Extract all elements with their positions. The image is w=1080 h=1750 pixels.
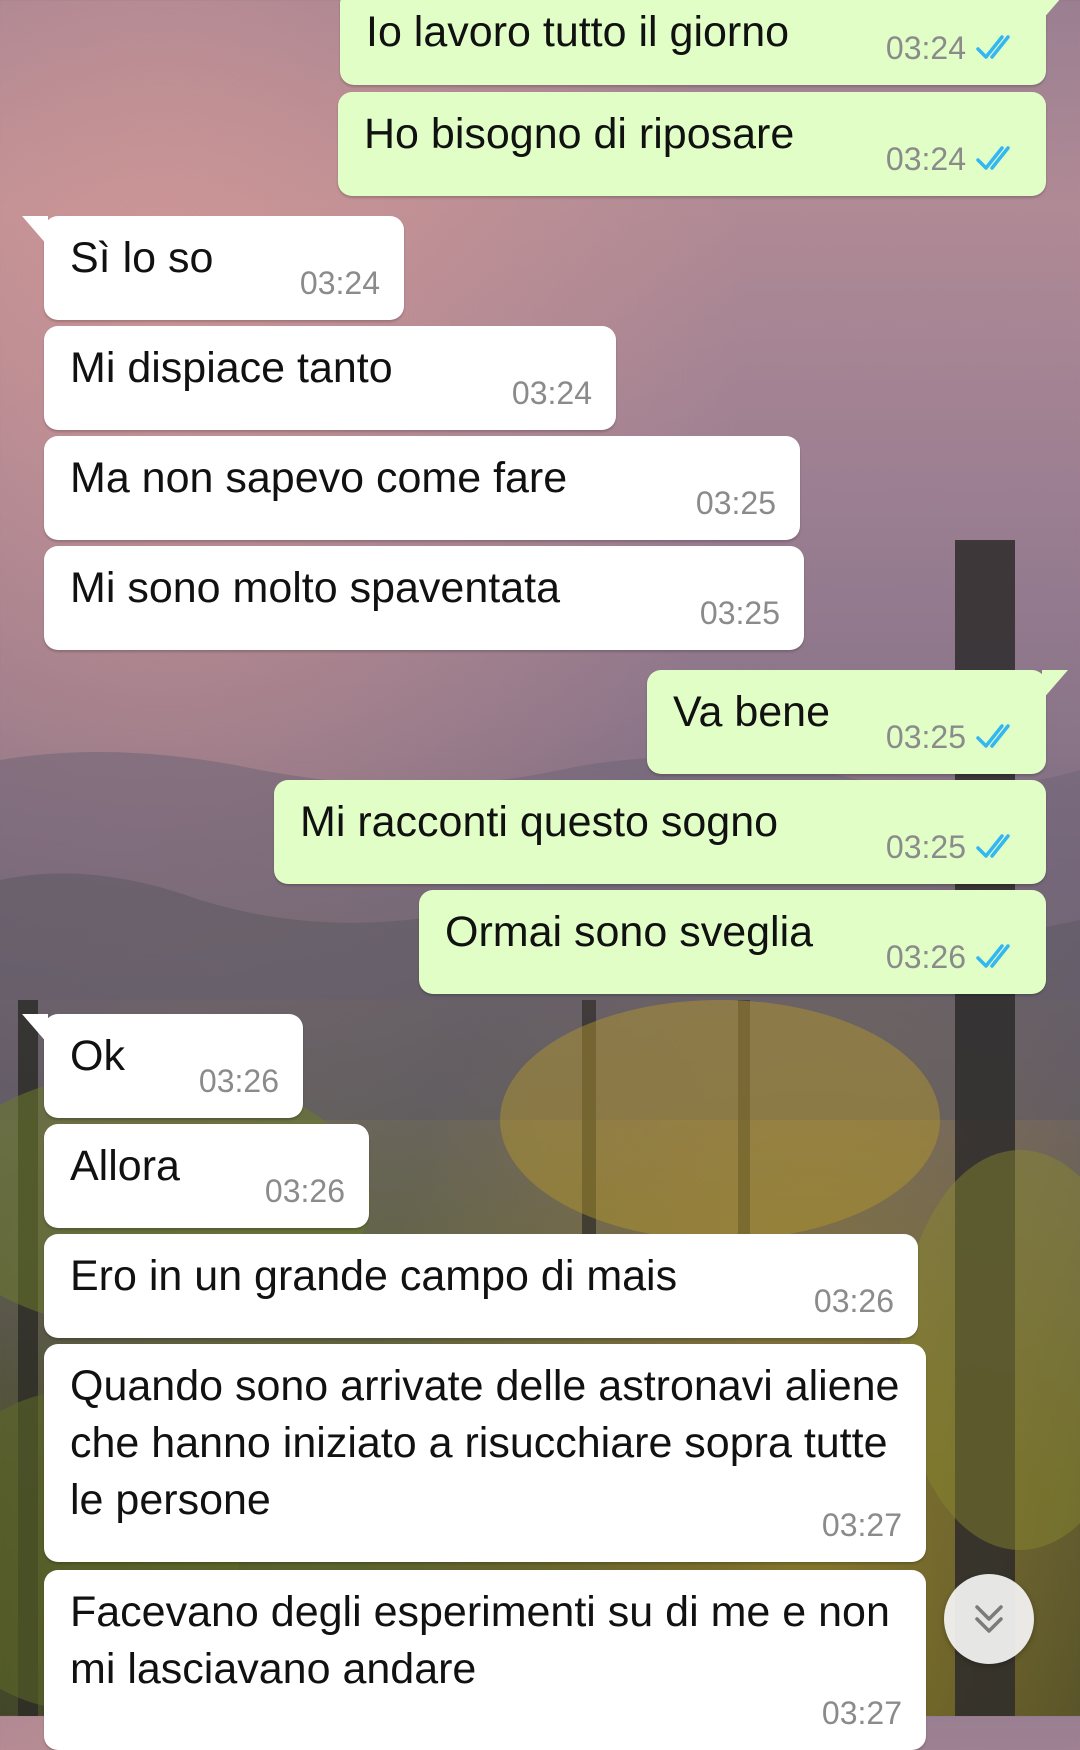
- message-timestamp: 03:24: [885, 141, 966, 177]
- message-text: Mi dispiace tanto: [70, 344, 393, 392]
- outgoing-message[interactable]: Ormai sono sveglia 03:26: [419, 890, 1046, 994]
- scroll-to-bottom-button[interactable]: [944, 1574, 1034, 1664]
- double-check-icon: [976, 834, 1010, 858]
- incoming-message[interactable]: Ero in un grande campo di mais 03:26: [44, 1234, 918, 1338]
- message-timestamp: 03:26: [264, 1173, 345, 1209]
- message-timestamp: 03:25: [885, 829, 966, 865]
- message-text: Ormai sono sveglia: [445, 908, 814, 956]
- bubble-tail: [22, 1014, 48, 1044]
- double-check-icon: [976, 35, 1010, 59]
- double-check-icon: [976, 944, 1010, 968]
- message-text: Mi sono molto spaventata: [70, 564, 560, 612]
- message-timestamp: 03:27: [821, 1695, 902, 1731]
- message-timestamp: 03:25: [695, 485, 776, 521]
- incoming-message[interactable]: Mi sono molto spaventata 03:25: [44, 546, 804, 650]
- message-text: Io lavoro tutto il giorno: [366, 8, 790, 56]
- message-text: Facevano degli esperimenti su di me e no…: [70, 1588, 890, 1693]
- message-timestamp: 03:24: [511, 375, 592, 411]
- double-check-icon: [976, 146, 1010, 170]
- message-timestamp: 03:25: [699, 595, 780, 631]
- incoming-message[interactable]: Sì lo so 03:24: [22, 216, 404, 320]
- message-text: Ho bisogno di riposare: [364, 110, 795, 158]
- double-chevron-down-icon: [975, 1605, 1003, 1633]
- message-text: Ma non sapevo come fare: [70, 454, 568, 502]
- double-check-icon: [976, 724, 1010, 748]
- message-text: Va bene: [673, 688, 831, 736]
- message-text: Quando sono arrivate delle astronavi ali…: [70, 1362, 900, 1524]
- message-timestamp: 03:26: [198, 1063, 279, 1099]
- message-text: Sì lo so: [70, 234, 214, 282]
- message-timestamp: 03:24: [885, 30, 966, 66]
- bubble-tail: [22, 216, 48, 246]
- outgoing-message[interactable]: Ho bisogno di riposare 03:24: [338, 92, 1046, 196]
- incoming-message[interactable]: Ma non sapevo come fare 03:25: [44, 436, 800, 540]
- bubble-tail: [1042, 0, 1068, 20]
- message-text: Ok: [70, 1032, 125, 1080]
- incoming-message[interactable]: Allora 03:26: [44, 1124, 369, 1228]
- message-text: Allora: [70, 1142, 180, 1190]
- message-timestamp: 03:24: [299, 265, 380, 301]
- message-timestamp: 03:25: [885, 719, 966, 755]
- incoming-message[interactable]: Quando sono arrivate delle astronavi ali…: [44, 1344, 926, 1562]
- message-text: Mi racconti questo sogno: [300, 798, 779, 846]
- message-timestamp: 03:26: [813, 1283, 894, 1319]
- outgoing-message[interactable]: Io lavoro tutto il giorno 03:24: [340, 0, 1068, 85]
- incoming-message[interactable]: Facevano degli esperimenti su di me e no…: [44, 1570, 926, 1750]
- incoming-message[interactable]: Ok 03:26: [22, 1014, 303, 1118]
- message-timestamp: 03:26: [885, 939, 966, 975]
- message-timestamp: 03:27: [821, 1507, 902, 1543]
- message-text: Ero in un grande campo di mais: [70, 1252, 678, 1300]
- incoming-message[interactable]: Mi dispiace tanto 03:24: [44, 326, 616, 430]
- bubble-tail: [1042, 670, 1068, 700]
- outgoing-message[interactable]: Mi racconti questo sogno 03:25: [274, 780, 1046, 884]
- outgoing-message[interactable]: Va bene 03:25: [647, 670, 1068, 774]
